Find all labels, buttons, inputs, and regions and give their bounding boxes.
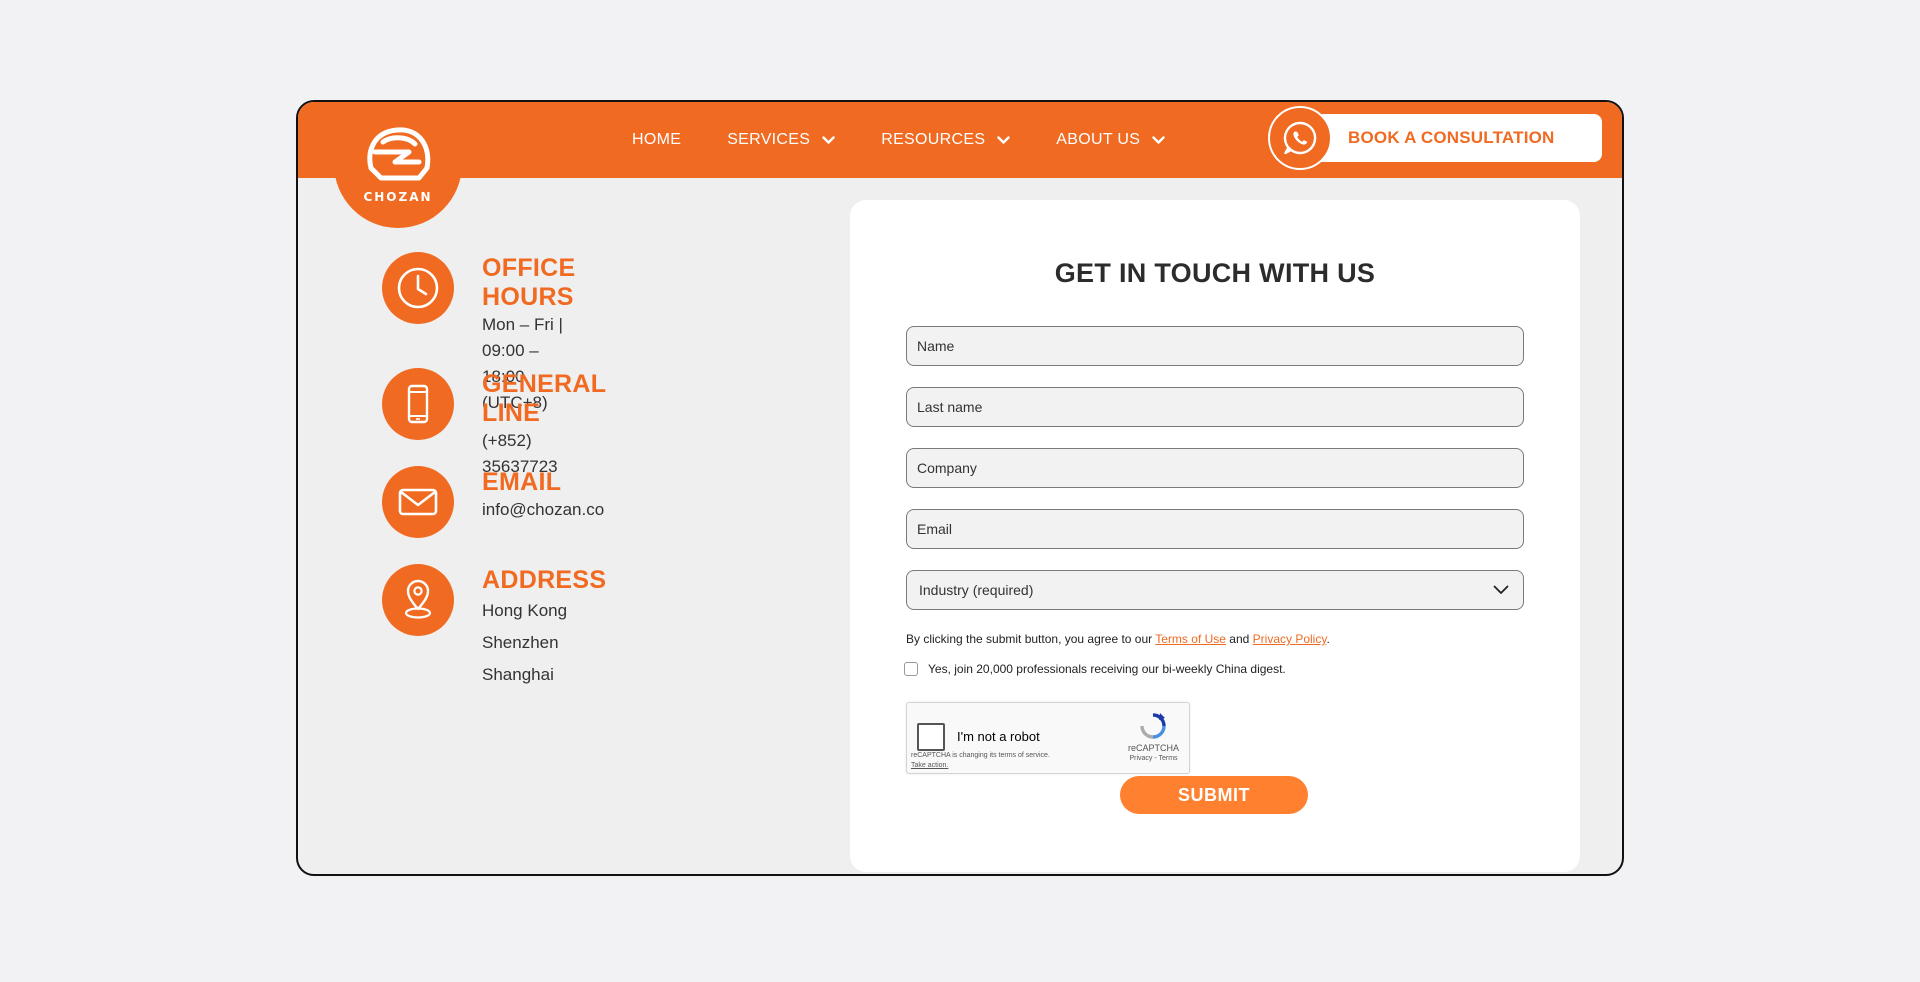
office-hours-title: OFFICE HOURS	[482, 254, 576, 311]
address-title: ADDRESS	[482, 566, 607, 594]
chevron-down-icon	[822, 135, 835, 144]
email-address[interactable]: info@chozan.co	[482, 497, 604, 523]
submit-button[interactable]: SUBMIT	[1120, 776, 1308, 814]
whatsapp-icon	[1268, 106, 1332, 170]
email-input[interactable]	[906, 509, 1524, 549]
recaptcha-take-action-link[interactable]: Take action.	[911, 762, 948, 769]
brand-logo[interactable]: CHOZAN	[334, 102, 462, 228]
consent-text: By clicking the submit button, you agree…	[906, 632, 1330, 646]
consent-suffix: .	[1326, 632, 1330, 646]
recaptcha-logo-icon	[1140, 713, 1167, 739]
consent-and: and	[1225, 632, 1253, 646]
main-nav: HOME SERVICES RESOURCES ABOUT US	[632, 102, 1165, 178]
nav-about-us[interactable]: ABOUT US	[1056, 131, 1165, 149]
general-line-block: GENERAL LINE (+852) 35637723	[382, 368, 606, 480]
recaptcha-checkbox[interactable]	[917, 723, 945, 751]
recaptcha-widget: I'm not a robot reCAPTCHA is changing it…	[906, 702, 1190, 774]
recaptcha-links[interactable]: Privacy - Terms	[1129, 755, 1177, 762]
digest-optin: Yes, join 20,000 professionals receiving…	[904, 662, 1286, 676]
book-consultation-label: BOOK A CONSULTATION	[1348, 128, 1555, 147]
brand-name: CHOZAN	[363, 190, 433, 204]
email-title: EMAIL	[482, 468, 562, 496]
phone-icon	[382, 368, 454, 440]
location-pin-icon	[382, 564, 454, 636]
chevron-down-icon	[997, 135, 1010, 144]
address-city: Shanghai	[482, 665, 554, 684]
nav-home-label: HOME	[632, 131, 682, 148]
page-frame: HOME SERVICES RESOURCES ABOUT US BOOK A …	[296, 100, 1624, 876]
chevron-down-icon	[1152, 135, 1165, 144]
company-input[interactable]	[906, 448, 1524, 488]
chevron-down-icon	[1493, 585, 1509, 594]
helmet-logo-icon	[367, 127, 431, 181]
consent-prefix: By clicking the submit button, you agree…	[906, 632, 1156, 646]
terms-of-use-link[interactable]: Terms of Use	[1155, 632, 1226, 646]
nav-resources[interactable]: RESOURCES	[881, 131, 1010, 149]
last-name-input[interactable]	[906, 387, 1524, 427]
privacy-policy-link[interactable]: Privacy Policy	[1253, 632, 1327, 646]
address-city: Hong Kong	[482, 601, 568, 620]
recaptcha-label: I'm not a robot	[957, 729, 1040, 744]
clock-icon	[382, 252, 454, 324]
recaptcha-branding: reCAPTCHA Privacy - Terms	[1128, 711, 1179, 762]
address-block: ADDRESS Hong Kong Shenzhen Shanghai	[382, 564, 606, 691]
nav-services[interactable]: SERVICES	[727, 131, 835, 149]
nav-home[interactable]: HOME	[632, 131, 681, 149]
address-city: Shenzhen	[482, 633, 559, 652]
book-consultation-button[interactable]: BOOK A CONSULTATION	[1268, 106, 1602, 170]
nav-about-us-label: ABOUT US	[1056, 131, 1141, 148]
envelope-icon	[382, 466, 454, 538]
digest-checkbox[interactable]	[904, 662, 918, 676]
nav-resources-label: RESOURCES	[881, 131, 986, 148]
name-input[interactable]	[906, 326, 1524, 366]
nav-services-label: SERVICES	[727, 131, 811, 148]
general-line-title: GENERAL LINE	[482, 370, 606, 427]
digest-label: Yes, join 20,000 professionals receiving…	[928, 662, 1286, 676]
industry-select-value: Industry (required)	[919, 582, 1034, 598]
industry-select[interactable]: Industry (required)	[906, 570, 1524, 610]
recaptcha-brand: reCAPTCHA	[1127, 743, 1179, 753]
recaptcha-note-text: reCAPTCHA is changing its terms of servi…	[911, 752, 1050, 759]
contact-form-card: GET IN TOUCH WITH US Industry (required)…	[850, 200, 1580, 872]
email-block: EMAIL info@chozan.co	[382, 466, 604, 538]
form-title: GET IN TOUCH WITH US	[1054, 258, 1376, 288]
recaptcha-note: reCAPTCHA is changing its terms of servi…	[911, 751, 1050, 771]
top-navigation-bar: HOME SERVICES RESOURCES ABOUT US BOOK A …	[298, 102, 1622, 178]
